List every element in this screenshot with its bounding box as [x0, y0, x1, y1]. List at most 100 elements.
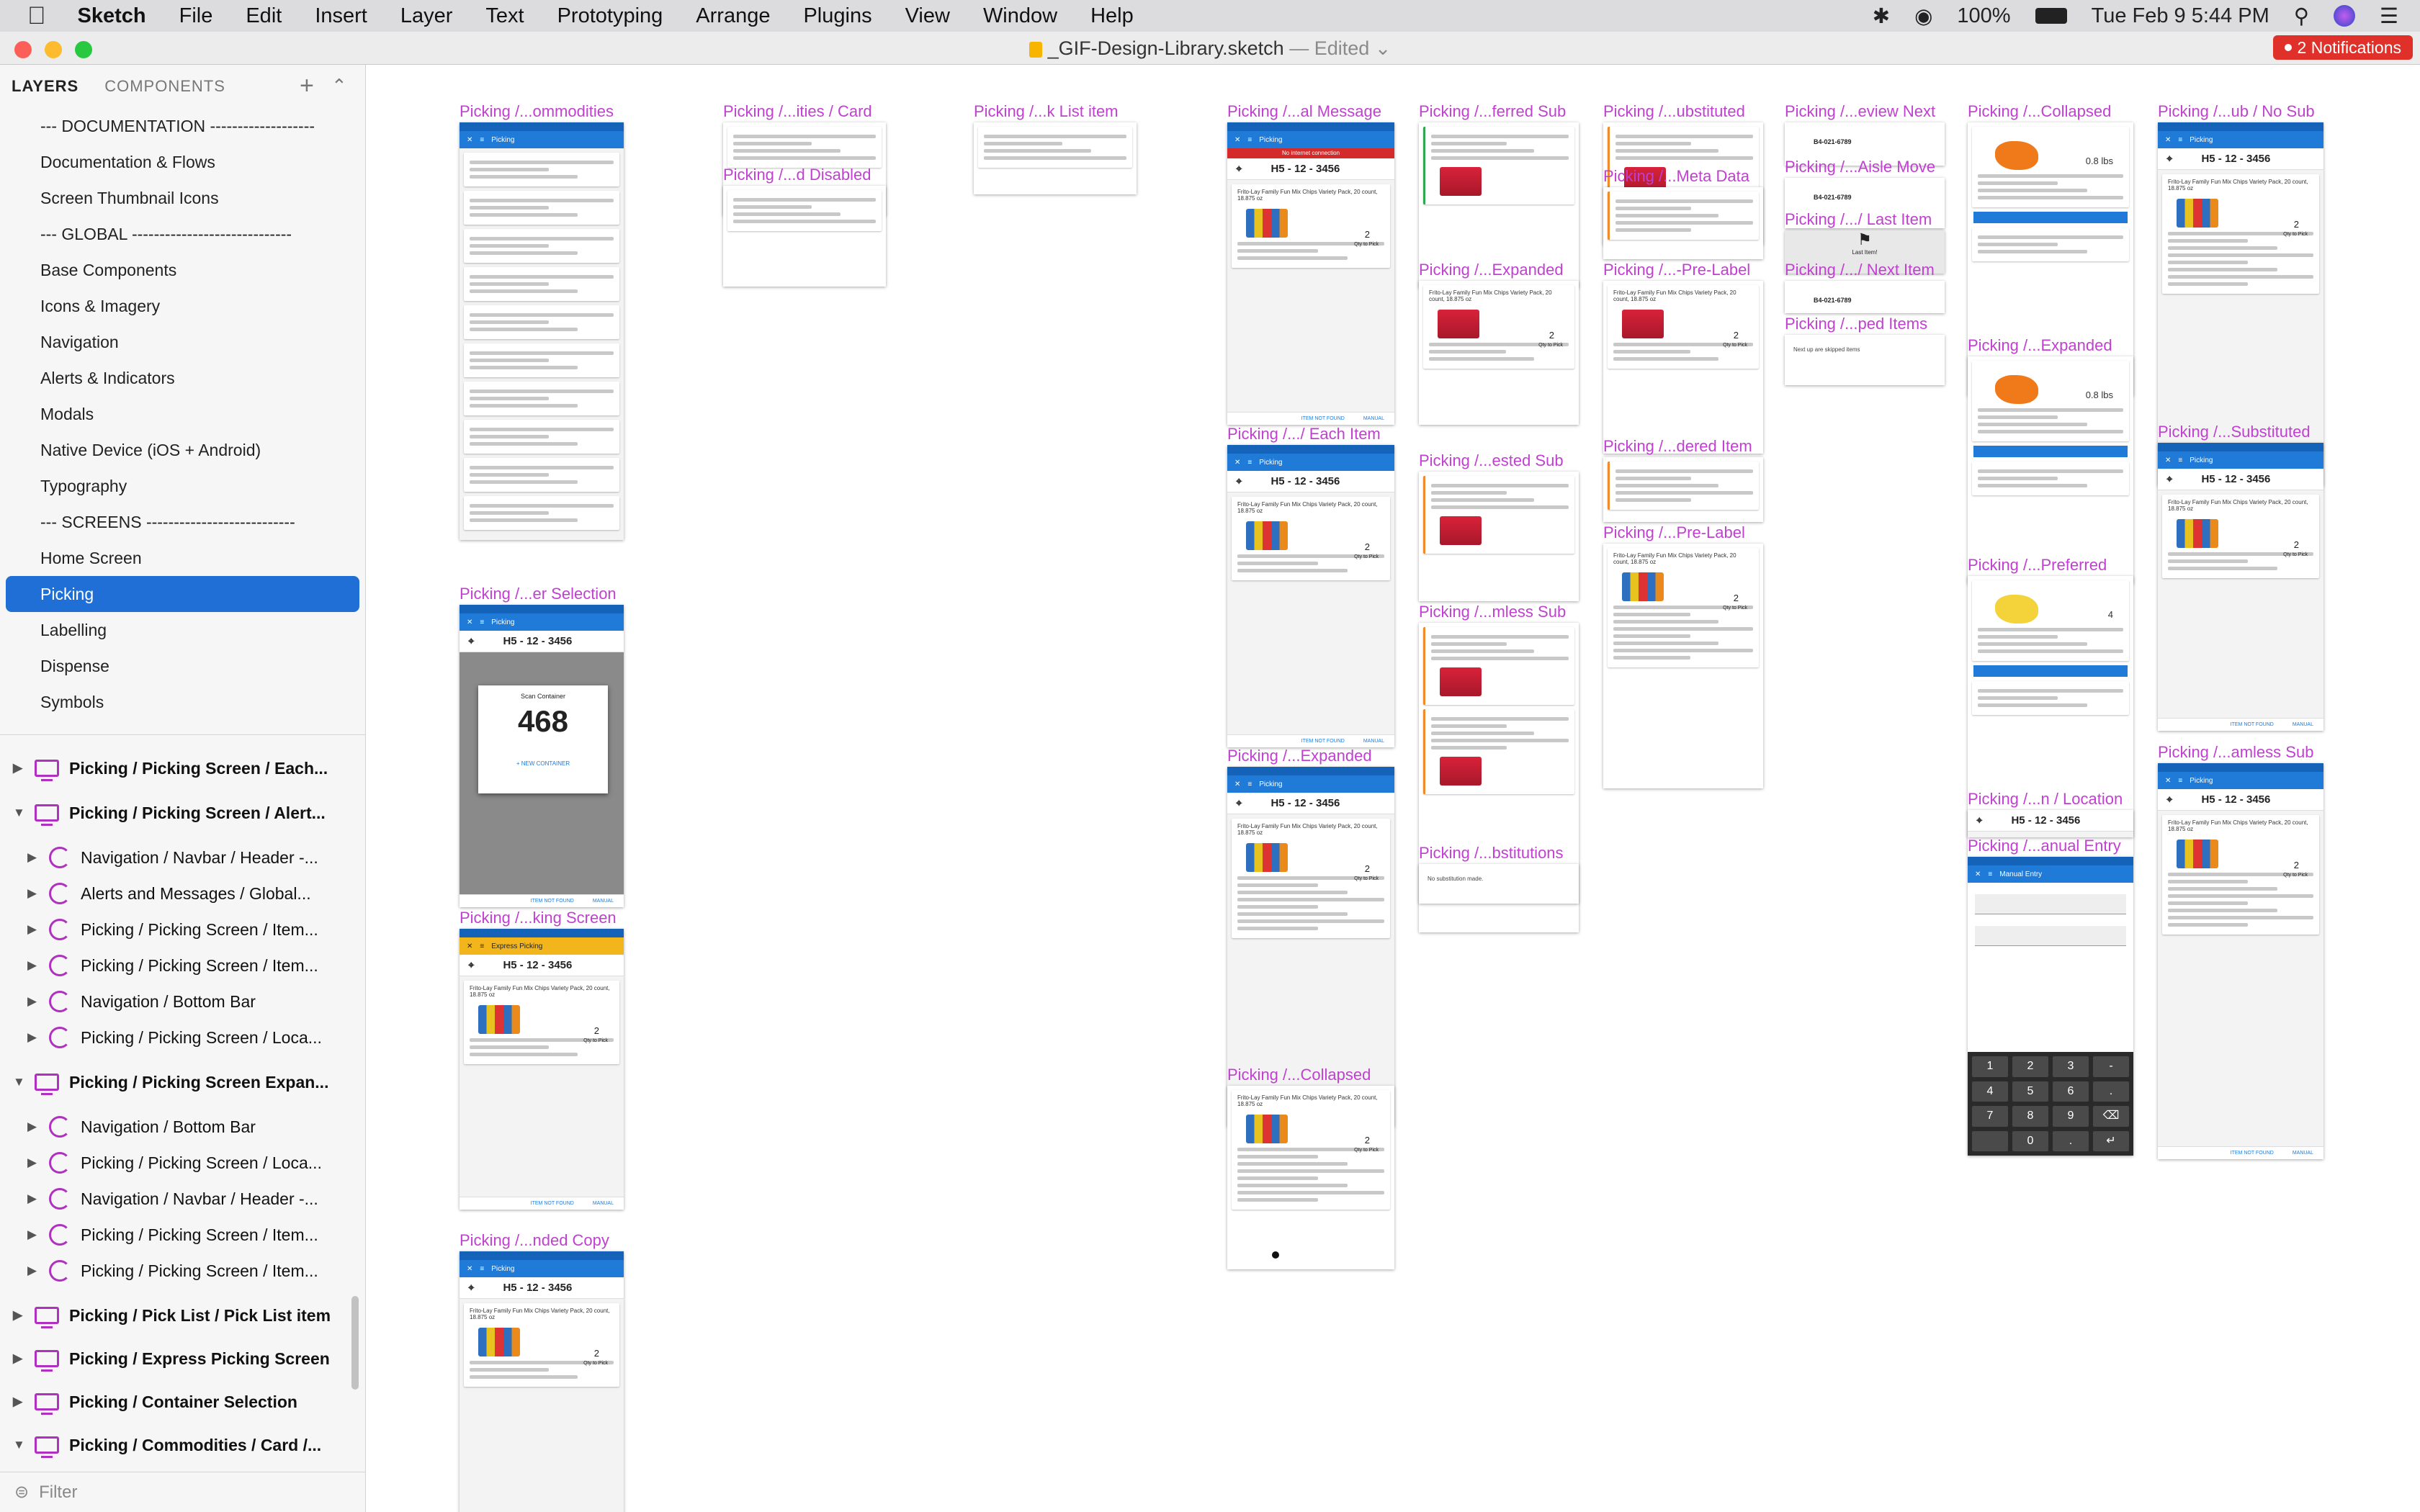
artboard-label[interactable]: Picking /...d Disabled [723, 166, 871, 184]
keypad-key[interactable]: - [2093, 1056, 2129, 1077]
close-icon[interactable]: ✕ [2165, 136, 2171, 144]
keypad-key[interactable]: 1 [1972, 1056, 2008, 1077]
item-card[interactable]: Frito-Lay Family Fun Mix Chips Variety P… [2162, 815, 2319, 935]
menu-icon[interactable]: ≡ [480, 1265, 484, 1273]
design-canvas[interactable]: Picking /...ommodities ✕ ≡ Picking Picking /… [366, 65, 2420, 1512]
artboard-label[interactable]: Picking /...Meta Data [1603, 167, 1749, 186]
menu-icon[interactable]: ≡ [1988, 870, 1992, 878]
manual-button[interactable]: MANUAL [1363, 416, 1384, 421]
artboard[interactable]: Picking /...king Screen ✕ ≡ Express Picking… [460, 909, 624, 1210]
artboard-label[interactable]: Picking /...-Pre-Label [1603, 261, 1750, 279]
keypad-key[interactable]: 2 [2012, 1056, 2048, 1077]
commodity-card[interactable] [464, 305, 619, 339]
page-item[interactable]: Typography [6, 468, 359, 504]
item-card[interactable]: Frito-Lay Family Fun Mix Chips Variety P… [1232, 497, 1390, 580]
commodity-card[interactable] [464, 343, 619, 377]
artboard[interactable]: Picking /...amless Sub ✕ ≡ Picking ⌖ H5 - 12 … [2158, 743, 2323, 1159]
list-card[interactable] [727, 127, 882, 168]
artboard[interactable]: Picking /...Meta Data [1603, 167, 1763, 259]
layer-row-symbol[interactable]: ▶ Picking / Picking Screen / Item... [0, 1217, 366, 1253]
disclosure-closed-icon[interactable]: ▶ [13, 1395, 24, 1409]
disclosure-closed-icon[interactable]: ▶ [27, 886, 39, 901]
disclosure-closed-icon[interactable]: ▶ [27, 1192, 39, 1206]
notification-center-icon[interactable]: ☰ [2380, 4, 2398, 29]
add-page-icon[interactable]: + [300, 72, 315, 100]
artboard[interactable]: Picking /...d Disabled [723, 166, 886, 287]
artboard[interactable]: Picking /...-Pre-Label Frito-Lay Family F… [1603, 261, 1763, 454]
filter-input[interactable]: Filter [39, 1482, 77, 1503]
artboard-label[interactable]: Picking /...Pre-Label [1603, 523, 1745, 542]
disclosure-open-icon[interactable]: ▼ [13, 1438, 25, 1452]
artboard-label[interactable]: Picking /...al Message [1227, 102, 1381, 121]
battery-percent[interactable]: 100% [1957, 4, 2010, 28]
notifications-badge[interactable]: 2 Notifications [2272, 35, 2413, 60]
pick-button[interactable] [1973, 665, 2128, 677]
substitution-card[interactable] [1423, 476, 1574, 554]
layer-row-symbol[interactable]: ▶ Navigation / Navbar / Header -... [0, 1181, 366, 1217]
menu-text[interactable]: Text [485, 4, 524, 28]
layer-row-symbol[interactable]: ▶ Navigation / Bottom Bar [0, 984, 366, 1020]
list-card[interactable] [978, 127, 1132, 168]
artboard-label[interactable]: Picking /...ub / No Sub [2158, 102, 2315, 121]
page-item[interactable]: Base Components [6, 252, 359, 288]
disclosure-open-icon[interactable]: ▼ [13, 806, 25, 820]
menu-plugins[interactable]: Plugins [803, 4, 871, 28]
artboard-label[interactable]: Picking /...dered Item [1603, 437, 1752, 456]
artboard[interactable]: Picking /...Expanded Frito-Lay Family Fun… [1419, 261, 1579, 425]
new-container-button[interactable]: + NEW CONTAINER [478, 760, 608, 767]
artboard-label[interactable]: Picking /...nded Copy [460, 1231, 609, 1250]
commodity-card[interactable] [464, 267, 619, 301]
weigh-card[interactable]: 0.8 lbs [1972, 127, 2129, 207]
item-card[interactable]: Frito-Lay Family Fun Mix Chips Variety P… [464, 981, 619, 1064]
commodity-card[interactable] [464, 153, 619, 186]
commodity-card[interactable] [464, 229, 619, 263]
item-card[interactable]: Frito-Lay Family Fun Mix Chips Variety P… [1232, 1090, 1390, 1210]
item-not-found-button[interactable]: ITEM NOT FOUND [2231, 1151, 2274, 1156]
menu-icon[interactable]: ≡ [2178, 777, 2182, 785]
artboard-label[interactable]: Picking /...Collapsed [1227, 1066, 1371, 1084]
wifi-icon[interactable]: ◉ [1914, 4, 1932, 29]
close-icon[interactable]: ✕ [467, 942, 472, 950]
manual-button[interactable]: MANUAL [593, 899, 614, 904]
layer-row-symbol[interactable]: ▶ Navigation / Navbar / Header -... [0, 840, 366, 876]
menu-icon[interactable]: ≡ [1247, 136, 1252, 144]
menu-arrange[interactable]: Arrange [696, 4, 770, 28]
artboard-label[interactable]: Picking /...king Screen [460, 909, 617, 927]
app-menu[interactable]: Sketch [78, 4, 146, 28]
layer-row-artboard[interactable]: ▼ Picking / Picking Screen / Alert... [0, 795, 366, 831]
layer-row-symbol[interactable]: ▶ Picking / Picking Screen / Loca... [0, 1145, 366, 1181]
disclosure-closed-icon[interactable]: ▶ [13, 1308, 24, 1323]
commodity-card[interactable] [464, 458, 619, 492]
manual-input-field[interactable] [1975, 894, 2126, 914]
menu-icon[interactable]: ≡ [480, 618, 484, 626]
artboard-label[interactable]: Picking /...Preferred [1968, 556, 2107, 575]
page-item[interactable]: Home Screen [6, 540, 359, 576]
menu-clock[interactable]: Tue Feb 9 5:44 PM [2092, 4, 2269, 28]
artboard-label[interactable]: Picking /...ferred Sub [1419, 102, 1566, 121]
menu-edit[interactable]: Edit [246, 4, 282, 28]
artboard-label[interactable]: Picking /...mless Sub [1419, 603, 1566, 621]
item-not-found-button[interactable]: ITEM NOT FOUND [1301, 739, 1345, 744]
item-card[interactable]: Frito-Lay Family Fun Mix Chips Variety P… [1232, 184, 1390, 268]
layer-row-symbol[interactable]: ▶ Alerts and Messages / Global... [0, 876, 366, 912]
item-card[interactable]: Frito-Lay Family Fun Mix Chips Variety P… [464, 1303, 619, 1387]
artboard[interactable]: Picking /...Substituted ✕ ≡ Picking ⌖ H5 - 12… [2158, 423, 2323, 731]
menu-window[interactable]: Window [983, 4, 1057, 28]
keypad-key[interactable]: ⌫ [2093, 1106, 2129, 1127]
layer-list-scrollbar[interactable] [351, 1296, 359, 1390]
commodity-card[interactable] [464, 496, 619, 530]
item-card[interactable]: Frito-Lay Family Fun Mix Chips Variety P… [2162, 174, 2319, 294]
page-item[interactable]: Alerts & Indicators [6, 360, 359, 396]
menu-file[interactable]: File [179, 4, 213, 28]
pick-button[interactable] [1973, 212, 2128, 223]
artboard[interactable]: Picking /...al Message ✕ ≡ Picking No intern… [1227, 102, 1394, 425]
artboard[interactable]: Picking /...nded Copy ✕ ≡ Picking ⌖ H5 - 12 -… [460, 1231, 624, 1512]
item-not-found-button[interactable]: ITEM NOT FOUND [1301, 416, 1345, 421]
layer-row-artboard[interactable]: ▶ Picking / Container Selection [0, 1384, 366, 1420]
close-icon[interactable]: ✕ [467, 618, 472, 626]
artboard[interactable]: Picking /...Expanded 0.8 lbs [1968, 336, 2133, 584]
disclosure-closed-icon[interactable]: ▶ [27, 1120, 39, 1134]
menu-insert[interactable]: Insert [315, 4, 367, 28]
keypad-key[interactable]: 0 [2012, 1130, 2048, 1151]
page-item[interactable]: Documentation & Flows [6, 144, 359, 180]
